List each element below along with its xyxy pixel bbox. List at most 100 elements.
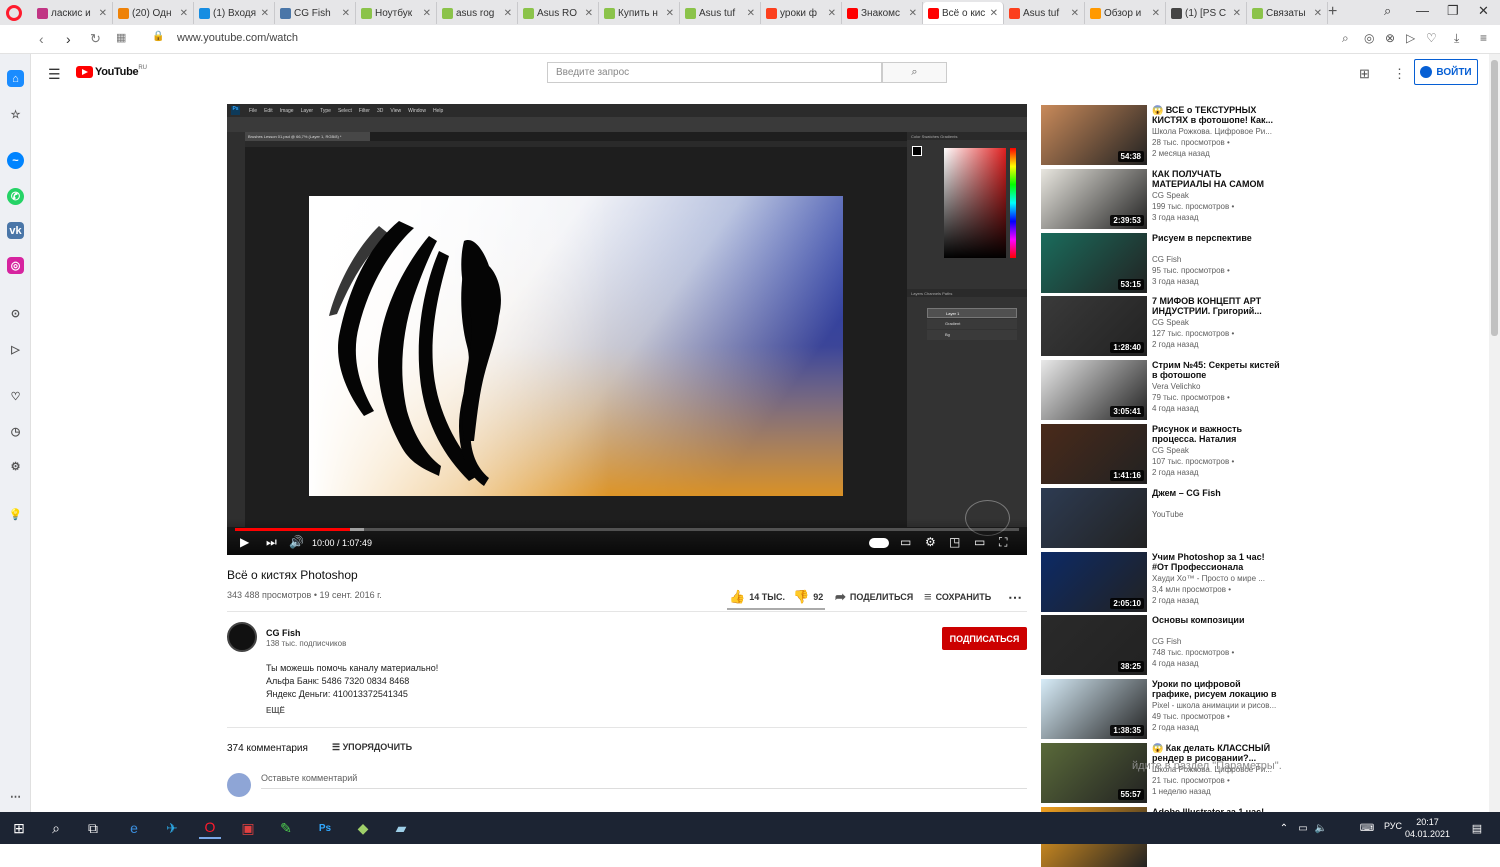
app-notes-icon[interactable]: ▰ [390,817,412,839]
flow-icon[interactable]: ▷ [7,341,24,358]
video-thumbnail[interactable]: 55:57 [1041,743,1147,803]
recommendation-item[interactable]: 1:28:40 7 МИФОВ КОНЦЕПТ АРТ ИНДУСТРИИ. Гр… [1041,296,1281,357]
volume-icon[interactable]: 🔊 [289,535,304,549]
history-icon[interactable]: ◷ [7,423,24,440]
video-thumbnail[interactable] [1041,487,1147,548]
lock-icon[interactable]: 🔒 [152,31,164,42]
recommendation-title[interactable]: 😱 ВСЕ о ТЕКСТУРНЫХ КИСТЯХ в фотошопе! Ка… [1152,105,1282,125]
tab-close-icon[interactable]: ✕ [1233,8,1241,19]
search-icon[interactable]: ⌕ [1342,31,1356,45]
fullscreen-icon[interactable]: ⛶ [999,535,1007,550]
dislike-button[interactable]: 👎 92 [793,589,823,605]
tab-close-icon[interactable]: ✕ [909,8,917,19]
recommendation-title[interactable]: КАК ПОЛУЧАТЬ МАТЕРИАЛЫ НА САМОМ ДЕЛЕ. Ле… [1152,169,1282,189]
miniplayer-icon[interactable]: ◳ [949,535,960,549]
recommendation-item[interactable]: 54:38 😱 ВСЕ о ТЕКСТУРНЫХ КИСТЯХ в фотошоп… [1041,105,1281,165]
tab-close-icon[interactable]: ✕ [180,8,188,19]
clock[interactable]: 20:17 04.01.2021 [1405,816,1450,840]
search-button[interactable]: ⌕ [882,62,947,83]
tab-close-icon[interactable]: ✕ [261,8,269,19]
start-icon[interactable]: ⊞ [8,817,30,839]
restore-icon[interactable]: ❐ [1447,3,1459,19]
recommendation-item[interactable]: Джем – CG Fish YouTube [1041,487,1281,548]
browser-tab[interactable]: CG Fish ✕ [275,2,356,24]
channel-name[interactable]: CG Fish [266,628,301,638]
browser-tab[interactable]: asus rog ✕ [437,2,518,24]
tabs-grid-icon[interactable]: ▦ [116,31,126,44]
task-view-icon[interactable]: ⧉ [82,817,104,839]
video-thumbnail[interactable]: 1:38:35 [1041,679,1147,740]
settings-dots-icon[interactable]: ⋮ [1393,66,1406,82]
search-tabs-icon[interactable]: ⌕ [1384,3,1391,19]
recommendation-title[interactable]: Уроки по цифровой графике, рисуем локаци… [1152,679,1282,699]
forward-icon[interactable]: › [66,31,71,47]
notifications-icon[interactable]: ▤ [1466,817,1488,839]
browser-tab[interactable]: Ноутбук ✕ [356,2,437,24]
browser-tab[interactable]: Asus tuf ✕ [1004,2,1085,24]
app-paint-icon[interactable]: ◆ [352,817,374,839]
browser-tab[interactable]: (1) [PS C ✕ [1166,2,1247,24]
tips-icon[interactable]: 💡 [7,506,24,523]
sort-comments-button[interactable]: ☰ УПОРЯДОЧИТЬ [332,742,412,753]
recommendation-item[interactable]: 2:39:53 КАК ПОЛУЧАТЬ МАТЕРИАЛЫ НА САМОМ Д… [1041,168,1282,229]
recommendation-title[interactable]: Стрим №45: Секреты кистей в фотошопе [1152,360,1282,380]
app-red-icon[interactable]: ▣ [237,817,259,839]
back-icon[interactable]: ‹ [39,31,44,47]
video-thumbnail[interactable]: 1:41:16 [1041,424,1147,484]
recommendation-title[interactable]: Рисуем в перспективе [1152,233,1282,243]
video-thumbnail[interactable]: 2:05:10 [1041,551,1147,612]
menu-icon[interactable]: ≡ [1480,31,1494,45]
channel-avatar[interactable] [227,622,257,652]
tab-close-icon[interactable]: ✕ [1314,8,1322,19]
recommendation-item[interactable]: 1:38:35 Уроки по цифровой графике, рисуем… [1041,679,1282,740]
taskbar-search-icon[interactable]: ⌕ [45,817,67,839]
video-thumbnail[interactable]: 3:05:41 [1041,360,1147,421]
browser-tab[interactable]: Знакомс ✕ [842,2,923,24]
recommendation-channel[interactable]: CG Speak [1152,446,1282,455]
recommendation-item[interactable]: 55:57 😱 Как делать КЛАССНЫЙ рендер в рисо… [1041,743,1281,803]
progress-bar[interactable] [235,528,1019,531]
search-input[interactable]: Введите запрос [547,62,882,83]
close-window-icon[interactable]: ✕ [1478,3,1489,19]
tab-close-icon[interactable]: ✕ [585,8,593,19]
recommendation-channel[interactable]: CG Fish [1152,255,1282,264]
recommendation-item[interactable]: 1:41:16 Рисунок и важность процесса. Ната… [1041,424,1281,484]
browser-tab[interactable]: Asus tuf ✕ [680,2,761,24]
autoplay-toggle[interactable] [869,538,889,548]
keyboard-tray-icon[interactable]: ⌨ [1356,817,1378,839]
whatsapp-icon[interactable]: ✆ [7,188,24,205]
browser-tab[interactable]: Всё о кис ✕ [923,2,1004,24]
recommendation-channel[interactable]: Pixel - школа анимации и рисов... [1152,701,1282,710]
comment-input[interactable]: Оставьте комментарий [261,773,1027,789]
block-ads-icon[interactable]: ⊗ [1385,31,1399,45]
player-icon[interactable]: ⊙ [7,305,24,322]
subtitles-icon[interactable]: ▭ [900,535,911,549]
speaker-icon[interactable]: 🔈 [1310,817,1332,839]
tab-close-icon[interactable]: ✕ [828,8,836,19]
heart-icon[interactable]: ♡ [1426,31,1440,45]
browser-tab[interactable]: Связаты ✕ [1247,2,1328,24]
more-actions-icon[interactable]: ⋯ [1008,589,1022,606]
messenger-icon[interactable]: ~ [7,152,24,169]
browser-tab[interactable]: уроки ф ✕ [761,2,842,24]
tab-close-icon[interactable]: ✕ [666,8,674,19]
speed-dial-icon[interactable]: ☆ [7,106,24,123]
video-thumbnail[interactable]: 2:39:53 [1041,168,1147,229]
recommendation-channel[interactable]: Vera Velichko [1152,382,1282,391]
reload-icon[interactable]: ↻ [90,31,101,47]
app-green-icon[interactable]: ✎ [275,817,297,839]
home-icon[interactable]: ⌂ [7,70,24,87]
save-button[interactable]: ≡ СОХРАНИТЬ [924,589,991,604]
url-field[interactable]: www.youtube.com/watch [177,32,298,44]
like-button[interactable]: 👍 14 ТЫС. [729,589,785,605]
tab-close-icon[interactable]: ✕ [990,8,998,19]
recommendation-title[interactable]: Рисунок и важность процесса. Наталия Как… [1152,424,1282,444]
tab-close-icon[interactable]: ✕ [99,8,107,19]
vk-icon[interactable]: vk [7,222,24,239]
recommendation-channel[interactable]: Школа Рожкова. Цифровое Ри... [1152,127,1282,136]
theater-icon[interactable]: ▭ [974,535,985,549]
browser-tab[interactable]: Купить н ✕ [599,2,680,24]
show-more-button[interactable]: ЕЩЁ [266,706,285,715]
download-icon[interactable]: ⤓ [1454,31,1468,45]
browser-tab[interactable]: (20) Одн ✕ [113,2,194,24]
